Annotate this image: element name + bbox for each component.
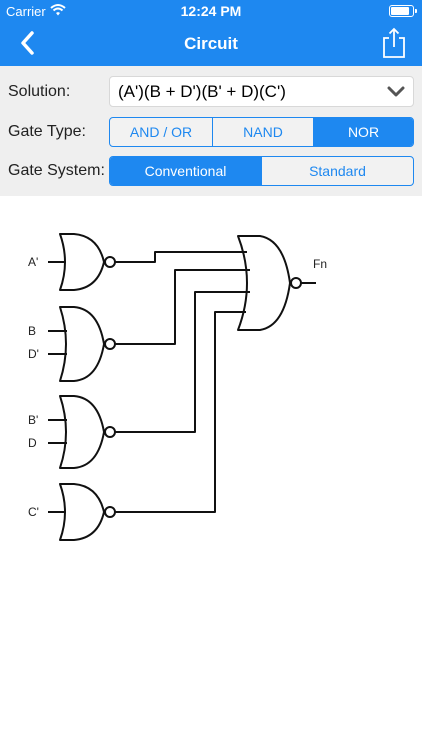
gate-type-nor[interactable]: NOR [313,118,413,146]
gate-type-label: Gate Type: [8,123,86,140]
gate-type-nand[interactable]: NAND [212,118,313,146]
status-time: 12:24 PM [180,3,242,19]
nor-gate-output [237,235,316,331]
gate-system-conventional[interactable]: Conventional [110,157,261,185]
gate-system-control: Conventional Standard [109,156,414,186]
input-label-c-prime: C' [28,505,39,519]
settings-panel: Solution: (A')(B + D')(B' + D)(C') Gate … [0,66,422,196]
gate-type-control: AND / OR NAND NOR [109,117,414,147]
circuit-diagram: A' B D' B' D C' Fn [0,196,422,750]
gate-system-label: Gate System: [8,162,105,179]
circuit-svg: A' B D' B' D C' Fn [28,233,327,541]
nor-gate-3 [48,395,116,469]
circuit-wires [115,251,250,513]
input-label-b: B [28,324,36,338]
chevron-down-icon [387,86,405,97]
page-title: Circuit [184,34,238,53]
navigation-bar: Circuit [0,22,422,66]
status-bar: Carrier 12:24 PM [0,0,422,22]
input-label-b-prime: B' [28,413,38,427]
nor-gate-4 [48,483,116,541]
gate-type-and-or[interactable]: AND / OR [110,118,212,146]
solution-dropdown[interactable]: (A')(B + D')(B' + D)(C') [109,76,414,107]
nor-gate-2 [48,306,116,382]
share-icon [383,27,405,58]
input-label-d-prime: D' [28,347,39,361]
battery-icon [389,5,417,17]
input-label-d: D [28,436,37,450]
input-label-a-prime: A' [28,255,38,269]
share-button[interactable] [380,27,408,59]
nor-gate-1 [48,233,116,291]
solution-label: Solution: [8,83,71,100]
solution-value: (A')(B + D')(B' + D)(C') [118,82,286,101]
output-label-fn: Fn [313,257,327,271]
gate-system-standard[interactable]: Standard [261,157,413,185]
battery-level [391,7,409,15]
